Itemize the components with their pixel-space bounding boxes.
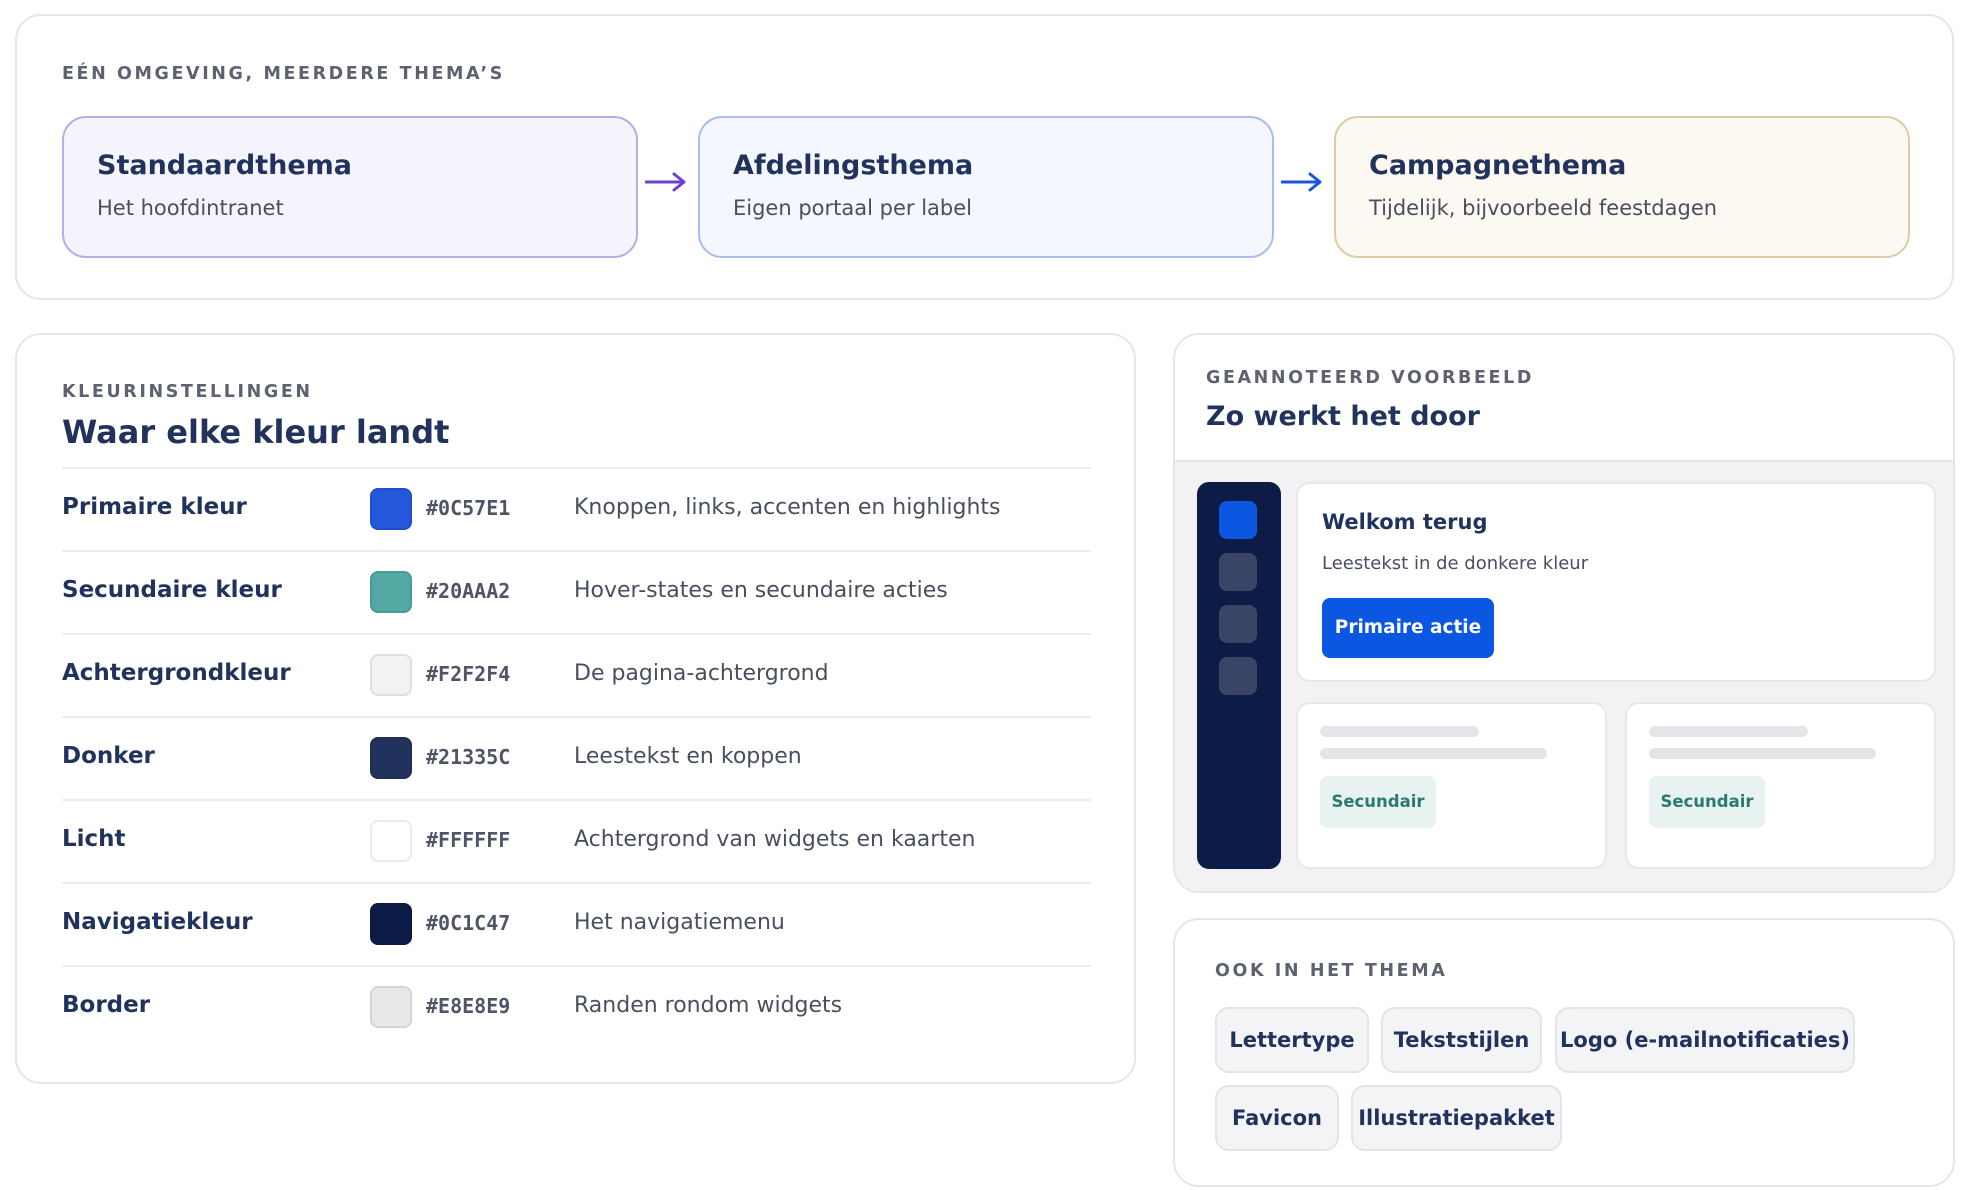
themes-heading: EÉN OMGEVING, MEERDERE THEMA’S bbox=[62, 64, 506, 84]
color-description: Hover-states en secundaire acties bbox=[574, 578, 948, 603]
nav-item-icon[interactable] bbox=[1219, 605, 1257, 643]
color-row: Donker #21335C Leestekst en koppen bbox=[62, 716, 1091, 799]
color-settings-title: Waar elke kleur landt bbox=[62, 413, 450, 451]
color-hex: #20AAA2 bbox=[426, 579, 511, 603]
color-description: Het navigatiemenu bbox=[574, 910, 785, 935]
theme-card-afdeling[interactable]: Afdelingsthema Eigen portaal per label bbox=[698, 116, 1274, 258]
example-title: Zo werkt het door bbox=[1206, 401, 1480, 432]
color-swatch[interactable] bbox=[370, 488, 412, 530]
color-swatch[interactable] bbox=[370, 654, 412, 696]
secondary-button[interactable]: Secundair bbox=[1320, 776, 1436, 828]
skeleton-line bbox=[1320, 726, 1479, 737]
color-swatch[interactable] bbox=[370, 903, 412, 945]
welcome-title: Welkom terug bbox=[1322, 510, 1488, 534]
skeleton-line bbox=[1320, 748, 1547, 759]
chip-lettertype[interactable]: Lettertype bbox=[1215, 1007, 1369, 1073]
color-hex: #0C57E1 bbox=[426, 496, 511, 520]
color-description: Leestekst en koppen bbox=[574, 744, 802, 769]
color-description: De pagina-achtergrond bbox=[574, 661, 829, 686]
color-swatch[interactable] bbox=[370, 737, 412, 779]
also-in-theme-heading: OOK IN HET THEMA bbox=[1215, 961, 1448, 981]
chip-logo[interactable]: Logo (e-mailnotificaties) bbox=[1555, 1007, 1855, 1073]
color-name: Secundaire kleur bbox=[62, 577, 282, 603]
color-settings-heading: KLEURINSTELLINGEN bbox=[62, 382, 313, 402]
color-description: Achtergrond van widgets en kaarten bbox=[574, 827, 976, 852]
color-row: Border #E8E8E9 Randen rondom widgets bbox=[62, 965, 1091, 1048]
color-row: Primaire kleur #0C57E1 Knoppen, links, a… bbox=[62, 467, 1091, 550]
secondary-button[interactable]: Secundair bbox=[1649, 776, 1765, 828]
example-preview: Welkom terug Leestekst in de donkere kle… bbox=[1175, 460, 1953, 891]
nav-item-icon[interactable] bbox=[1219, 553, 1257, 591]
color-description: Randen rondom widgets bbox=[574, 993, 843, 1018]
welcome-widget: Welkom terug Leestekst in de donkere kle… bbox=[1296, 482, 1936, 682]
arrow-right-icon bbox=[1281, 172, 1322, 192]
color-swatch[interactable] bbox=[370, 820, 412, 862]
theme-card-standaard[interactable]: Standaardthema Het hoofdintranet bbox=[62, 116, 638, 258]
color-settings-card: KLEURINSTELLINGEN Waar elke kleur landt … bbox=[15, 333, 1136, 1084]
color-name: Border bbox=[62, 992, 151, 1018]
secondary-widget: Secundair bbox=[1296, 702, 1607, 869]
example-heading: GEANNOTEERD VOORBEELD bbox=[1206, 368, 1534, 388]
nav-item-icon[interactable] bbox=[1219, 501, 1257, 539]
mock-navigation-menu bbox=[1197, 482, 1281, 869]
color-table: Primaire kleur #0C57E1 Knoppen, links, a… bbox=[62, 467, 1091, 1048]
also-in-theme-card: OOK IN HET THEMA Lettertype Tekststijlen… bbox=[1173, 918, 1955, 1187]
color-hex: #FFFFFF bbox=[426, 828, 511, 852]
skeleton-line bbox=[1649, 726, 1808, 737]
color-name: Achtergrondkleur bbox=[62, 660, 291, 686]
primary-action-button[interactable]: Primaire actie bbox=[1322, 598, 1494, 658]
color-name: Licht bbox=[62, 826, 126, 852]
color-name: Primaire kleur bbox=[62, 494, 247, 520]
color-name: Donker bbox=[62, 743, 155, 769]
theme-title: Standaardthema bbox=[97, 150, 352, 181]
nav-item-icon[interactable] bbox=[1219, 657, 1257, 695]
theme-card-campagne[interactable]: Campagnethema Tijdelijk, bijvoorbeeld fe… bbox=[1334, 116, 1910, 258]
color-row: Navigatiekleur #0C1C47 Het navigatiemenu bbox=[62, 882, 1091, 965]
theme-subtitle: Tijdelijk, bijvoorbeeld feestdagen bbox=[1369, 196, 1718, 220]
theme-title: Campagnethema bbox=[1369, 150, 1627, 181]
color-name: Navigatiekleur bbox=[62, 909, 253, 935]
color-hex: #F2F2F4 bbox=[426, 662, 511, 686]
annotated-example-card: GEANNOTEERD VOORBEELD Zo werkt het door … bbox=[1173, 333, 1955, 893]
color-description: Knoppen, links, accenten en highlights bbox=[574, 495, 1001, 520]
color-row: Secundaire kleur #20AAA2 Hover-states en… bbox=[62, 550, 1091, 633]
theme-title: Afdelingsthema bbox=[733, 150, 974, 181]
color-hex: #E8E8E9 bbox=[426, 994, 511, 1018]
color-swatch[interactable] bbox=[370, 571, 412, 613]
color-row: Licht #FFFFFF Achtergrond van widgets en… bbox=[62, 799, 1091, 882]
arrow-right-icon bbox=[645, 172, 686, 192]
color-hex: #21335C bbox=[426, 745, 511, 769]
skeleton-line bbox=[1649, 748, 1876, 759]
color-swatch[interactable] bbox=[370, 986, 412, 1028]
theme-subtitle: Het hoofdintranet bbox=[97, 196, 284, 220]
welcome-text: Leestekst in de donkere kleur bbox=[1322, 553, 1589, 574]
color-row: Achtergrondkleur #F2F2F4 De pagina-achte… bbox=[62, 633, 1091, 716]
chip-illustratiepakket[interactable]: Illustratiepakket bbox=[1351, 1085, 1562, 1151]
theme-subtitle: Eigen portaal per label bbox=[733, 196, 972, 220]
themes-card: EÉN OMGEVING, MEERDERE THEMA’S Standaard… bbox=[15, 14, 1954, 300]
secondary-widget: Secundair bbox=[1625, 702, 1936, 869]
chip-tekststijlen[interactable]: Tekststijlen bbox=[1381, 1007, 1542, 1073]
chip-favicon[interactable]: Favicon bbox=[1215, 1085, 1339, 1151]
color-hex: #0C1C47 bbox=[426, 911, 511, 935]
